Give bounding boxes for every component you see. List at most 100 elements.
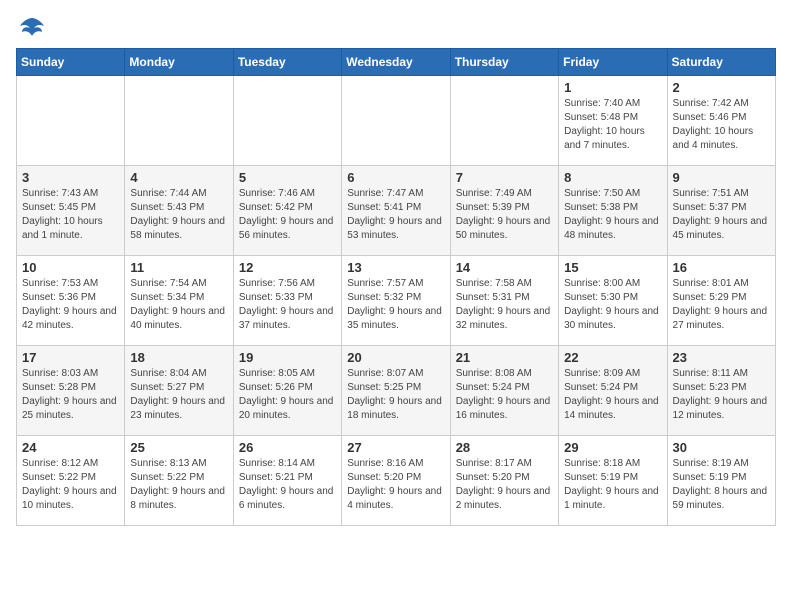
calendar-cell: 25 Sunrise: 8:13 AM Sunset: 5:22 PM Dayli…	[125, 436, 233, 526]
day-info: Sunrise: 7:54 AM Sunset: 5:34 PM Dayligh…	[130, 277, 227, 333]
day-number: 29	[564, 440, 661, 455]
calendar-cell: 29 Sunrise: 8:18 AM Sunset: 5:19 PM Dayli…	[559, 436, 667, 526]
day-number: 2	[673, 80, 770, 95]
day-info: Sunrise: 8:12 AM Sunset: 5:22 PM Dayligh…	[22, 457, 119, 513]
calendar-cell: 15 Sunrise: 8:00 AM Sunset: 5:30 PM Dayli…	[559, 256, 667, 346]
calendar-week-row: 24 Sunrise: 8:12 AM Sunset: 5:22 PM Dayli…	[17, 436, 776, 526]
day-number: 23	[673, 350, 770, 365]
day-number: 24	[22, 440, 119, 455]
weekday-header-tuesday: Tuesday	[233, 49, 341, 76]
calendar-cell: 3Sunrise: 7:43 AM Sunset: 5:45 PM Daylig…	[17, 166, 125, 256]
day-number: 9	[673, 170, 770, 185]
calendar-cell: 14Sunrise: 7:58 AM Sunset: 5:31 PM Dayli…	[450, 256, 558, 346]
day-number: 13	[347, 260, 444, 275]
day-number: 12	[239, 260, 336, 275]
day-number: 30	[673, 440, 770, 455]
day-number: 11	[130, 260, 227, 275]
calendar-cell: 18 Sunrise: 8:04 AM Sunset: 5:27 PM Dayli…	[125, 346, 233, 436]
weekday-header-thursday: Thursday	[450, 49, 558, 76]
day-info: Sunrise: 7:40 AM Sunset: 5:48 PM Dayligh…	[564, 97, 661, 153]
calendar-cell	[125, 76, 233, 166]
calendar-cell: 10 Sunrise: 7:53 AM Sunset: 5:36 PM Dayli…	[17, 256, 125, 346]
day-info: Sunrise: 8:16 AM Sunset: 5:20 PM Dayligh…	[347, 457, 444, 513]
day-info: Sunrise: 8:07 AM Sunset: 5:25 PM Dayligh…	[347, 367, 444, 423]
calendar-cell: 7 Sunrise: 7:49 AM Sunset: 5:39 PM Daylig…	[450, 166, 558, 256]
logo-bird-icon	[18, 16, 46, 40]
day-info: Sunrise: 8:18 AM Sunset: 5:19 PM Dayligh…	[564, 457, 661, 513]
calendar-cell	[17, 76, 125, 166]
day-info: Sunrise: 8:08 AM Sunset: 5:24 PM Dayligh…	[456, 367, 553, 423]
calendar-cell	[450, 76, 558, 166]
calendar-cell: 16 Sunrise: 8:01 AM Sunset: 5:29 PM Dayli…	[667, 256, 775, 346]
logo	[16, 16, 46, 36]
page-header	[16, 16, 776, 36]
calendar-cell: 17Sunrise: 8:03 AM Sunset: 5:28 PM Dayli…	[17, 346, 125, 436]
day-number: 6	[347, 170, 444, 185]
calendar-cell: 6 Sunrise: 7:47 AM Sunset: 5:41 PM Daylig…	[342, 166, 450, 256]
day-number: 14	[456, 260, 553, 275]
day-info: Sunrise: 8:09 AM Sunset: 5:24 PM Dayligh…	[564, 367, 661, 423]
day-info: Sunrise: 7:43 AM Sunset: 5:45 PM Dayligh…	[22, 187, 119, 243]
day-info: Sunrise: 7:49 AM Sunset: 5:39 PM Dayligh…	[456, 187, 553, 243]
day-number: 5	[239, 170, 336, 185]
day-info: Sunrise: 7:50 AM Sunset: 5:38 PM Dayligh…	[564, 187, 661, 243]
calendar-cell: 4 Sunrise: 7:44 AM Sunset: 5:43 PM Daylig…	[125, 166, 233, 256]
calendar-cell: 22 Sunrise: 8:09 AM Sunset: 5:24 PM Dayli…	[559, 346, 667, 436]
day-number: 10	[22, 260, 119, 275]
calendar-week-row: 10 Sunrise: 7:53 AM Sunset: 5:36 PM Dayli…	[17, 256, 776, 346]
calendar-cell: 11 Sunrise: 7:54 AM Sunset: 5:34 PM Dayli…	[125, 256, 233, 346]
day-number: 7	[456, 170, 553, 185]
calendar-week-row: 1 Sunrise: 7:40 AM Sunset: 5:48 PM Daylig…	[17, 76, 776, 166]
calendar-week-row: 3Sunrise: 7:43 AM Sunset: 5:45 PM Daylig…	[17, 166, 776, 256]
day-info: Sunrise: 7:46 AM Sunset: 5:42 PM Dayligh…	[239, 187, 336, 243]
calendar-header-row: SundayMondayTuesdayWednesdayThursdayFrid…	[17, 49, 776, 76]
calendar-cell: 2 Sunrise: 7:42 AM Sunset: 5:46 PM Daylig…	[667, 76, 775, 166]
day-number: 20	[347, 350, 444, 365]
calendar-cell	[342, 76, 450, 166]
day-number: 17	[22, 350, 119, 365]
calendar-cell	[233, 76, 341, 166]
day-info: Sunrise: 7:44 AM Sunset: 5:43 PM Dayligh…	[130, 187, 227, 243]
day-number: 16	[673, 260, 770, 275]
calendar-cell: 13Sunrise: 7:57 AM Sunset: 5:32 PM Dayli…	[342, 256, 450, 346]
weekday-header-monday: Monday	[125, 49, 233, 76]
calendar-cell: 1 Sunrise: 7:40 AM Sunset: 5:48 PM Daylig…	[559, 76, 667, 166]
day-info: Sunrise: 8:01 AM Sunset: 5:29 PM Dayligh…	[673, 277, 770, 333]
day-number: 25	[130, 440, 227, 455]
calendar-cell: 12 Sunrise: 7:56 AM Sunset: 5:33 PM Dayli…	[233, 256, 341, 346]
day-info: Sunrise: 7:47 AM Sunset: 5:41 PM Dayligh…	[347, 187, 444, 243]
day-number: 22	[564, 350, 661, 365]
day-info: Sunrise: 8:17 AM Sunset: 5:20 PM Dayligh…	[456, 457, 553, 513]
day-number: 26	[239, 440, 336, 455]
day-number: 19	[239, 350, 336, 365]
calendar-cell: 21 Sunrise: 8:08 AM Sunset: 5:24 PM Dayli…	[450, 346, 558, 436]
day-info: Sunrise: 7:51 AM Sunset: 5:37 PM Dayligh…	[673, 187, 770, 243]
day-info: Sunrise: 8:13 AM Sunset: 5:22 PM Dayligh…	[130, 457, 227, 513]
day-info: Sunrise: 8:04 AM Sunset: 5:27 PM Dayligh…	[130, 367, 227, 423]
day-info: Sunrise: 8:05 AM Sunset: 5:26 PM Dayligh…	[239, 367, 336, 423]
weekday-header-friday: Friday	[559, 49, 667, 76]
day-info: Sunrise: 8:00 AM Sunset: 5:30 PM Dayligh…	[564, 277, 661, 333]
day-number: 27	[347, 440, 444, 455]
day-info: Sunrise: 8:14 AM Sunset: 5:21 PM Dayligh…	[239, 457, 336, 513]
day-number: 4	[130, 170, 227, 185]
calendar-cell: 8 Sunrise: 7:50 AM Sunset: 5:38 PM Daylig…	[559, 166, 667, 256]
weekday-header-saturday: Saturday	[667, 49, 775, 76]
day-info: Sunrise: 8:19 AM Sunset: 5:19 PM Dayligh…	[673, 457, 770, 513]
calendar-cell: 28Sunrise: 8:17 AM Sunset: 5:20 PM Dayli…	[450, 436, 558, 526]
day-number: 1	[564, 80, 661, 95]
calendar-cell: 19 Sunrise: 8:05 AM Sunset: 5:26 PM Dayli…	[233, 346, 341, 436]
day-info: Sunrise: 7:42 AM Sunset: 5:46 PM Dayligh…	[673, 97, 770, 153]
weekday-header-wednesday: Wednesday	[342, 49, 450, 76]
calendar-table: SundayMondayTuesdayWednesdayThursdayFrid…	[16, 48, 776, 526]
calendar-cell: 30 Sunrise: 8:19 AM Sunset: 5:19 PM Dayli…	[667, 436, 775, 526]
day-info: Sunrise: 8:11 AM Sunset: 5:23 PM Dayligh…	[673, 367, 770, 423]
day-number: 15	[564, 260, 661, 275]
weekday-header-sunday: Sunday	[17, 49, 125, 76]
calendar-cell: 9 Sunrise: 7:51 AM Sunset: 5:37 PM Daylig…	[667, 166, 775, 256]
day-number: 8	[564, 170, 661, 185]
day-info: Sunrise: 7:56 AM Sunset: 5:33 PM Dayligh…	[239, 277, 336, 333]
day-info: Sunrise: 7:53 AM Sunset: 5:36 PM Dayligh…	[22, 277, 119, 333]
day-number: 18	[130, 350, 227, 365]
day-number: 21	[456, 350, 553, 365]
